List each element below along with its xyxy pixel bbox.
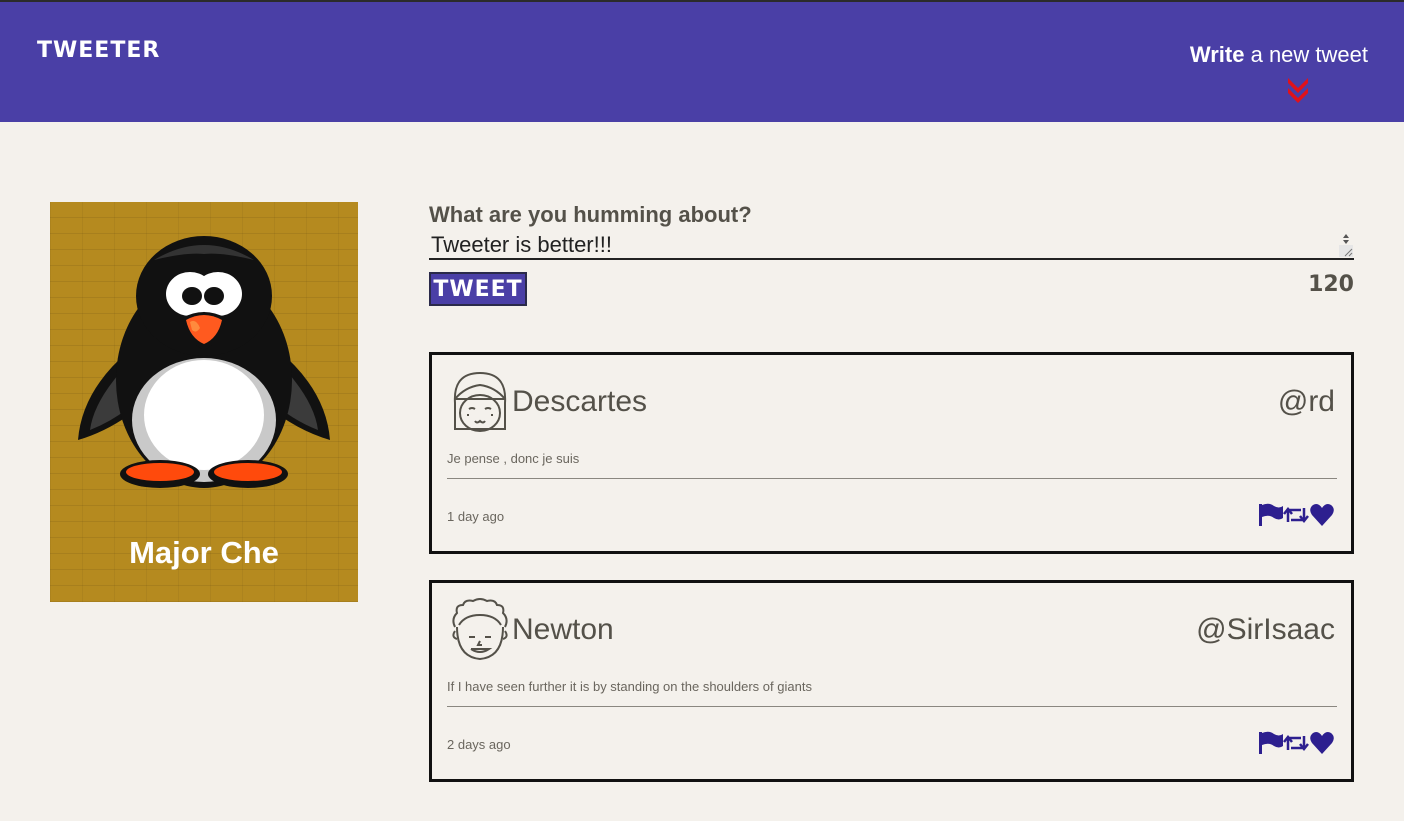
penguin-avatar-image bbox=[78, 236, 330, 488]
retweet-icon[interactable] bbox=[1283, 502, 1309, 528]
double-chevron-down-icon[interactable] bbox=[1286, 74, 1310, 104]
tweet-text: If I have seen further it is by standing… bbox=[447, 679, 812, 694]
flag-icon[interactable] bbox=[1257, 730, 1283, 756]
heart-icon[interactable] bbox=[1309, 502, 1335, 528]
tweet-card: Newton @SirIsaac If I have seen further … bbox=[429, 580, 1354, 782]
tweet-divider bbox=[447, 478, 1337, 479]
flag-icon[interactable] bbox=[1257, 502, 1283, 528]
curly-hair-face-avatar-icon bbox=[452, 598, 508, 661]
write-new-tweet-link[interactable]: Write a new tweet bbox=[1190, 42, 1368, 68]
retweet-icon[interactable] bbox=[1283, 730, 1309, 756]
profile-card: Major Che bbox=[50, 202, 358, 602]
tweet-card: Descartes @rd Je pense , donc je suis 1 … bbox=[429, 352, 1354, 554]
top-nav: TWEETER Write a new tweet bbox=[0, 2, 1404, 122]
tweet-author-handle[interactable]: @SirIsaac bbox=[1196, 613, 1335, 647]
brand-logo[interactable]: TWEETER bbox=[37, 38, 160, 63]
tweet-author-name: Newton bbox=[512, 613, 614, 646]
write-rest-label: a new tweet bbox=[1244, 42, 1368, 67]
char-counter: 120 bbox=[1308, 272, 1354, 297]
tweet-actions bbox=[1257, 502, 1335, 528]
tweet-actions bbox=[1257, 730, 1335, 756]
textarea-resize-handle-icon[interactable] bbox=[1339, 232, 1353, 258]
tweet-timestamp: 1 day ago bbox=[447, 509, 505, 524]
tweet-text: Je pense , donc je suis bbox=[447, 451, 580, 466]
write-bold-label: Write bbox=[1189, 42, 1245, 67]
tweet-author-handle[interactable]: @rd bbox=[1278, 385, 1335, 419]
heart-icon[interactable] bbox=[1309, 730, 1335, 756]
tweet-author-name: Descartes bbox=[512, 385, 648, 418]
girl-face-avatar-icon bbox=[453, 371, 507, 432]
compose-label: What are you humming about? bbox=[429, 202, 752, 227]
tweet-divider bbox=[447, 706, 1337, 707]
tweet-timestamp: 2 days ago bbox=[447, 737, 511, 752]
tweet-submit-button[interactable]: TWEET bbox=[429, 272, 527, 306]
profile-name: Major Che bbox=[129, 535, 279, 570]
tweet-text-input[interactable] bbox=[429, 232, 1354, 260]
